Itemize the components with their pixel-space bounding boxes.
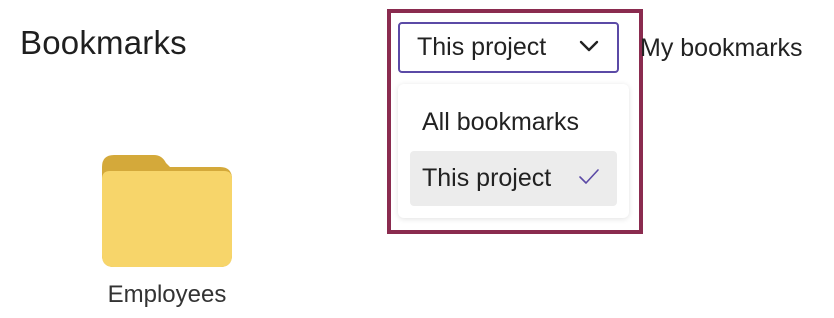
folder-tile[interactable]: Employees <box>94 148 240 314</box>
scope-dropdown-menu: All bookmarks This project <box>398 84 629 218</box>
menu-item-label: This project <box>422 164 552 192</box>
my-bookmarks-link[interactable]: My bookmarks <box>640 34 803 63</box>
bookmarks-page: Bookmarks This project All bookmarks Thi… <box>0 0 834 318</box>
folder-label: Employees <box>107 281 227 308</box>
menu-item-label: All bookmarks <box>422 108 579 136</box>
chevron-down-icon <box>579 40 599 52</box>
menu-item-this-project[interactable]: This project <box>410 151 617 206</box>
folder-icon <box>102 155 232 267</box>
check-icon <box>579 169 599 184</box>
scope-select[interactable]: This project <box>398 22 619 73</box>
page-title: Bookmarks <box>20 24 187 61</box>
scope-select-value: This project <box>417 33 547 61</box>
menu-item-all-bookmarks[interactable]: All bookmarks <box>410 95 617 150</box>
